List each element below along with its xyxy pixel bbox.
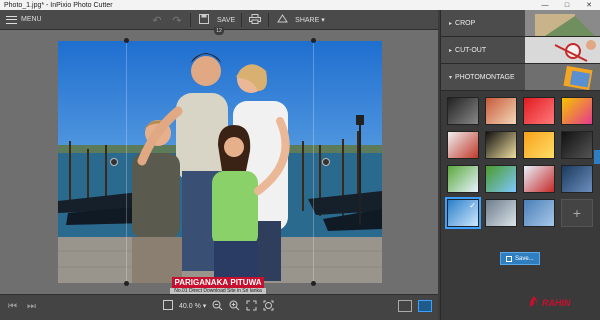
chevron-down-icon: ▾ [449,74,453,81]
thumbnail-beach-selected[interactable]: ✓ [445,197,481,229]
save-montage-button[interactable]: Save... [500,252,540,265]
cutout-section-art [525,37,600,63]
thumbnail-dark-clouds[interactable] [447,97,479,125]
menu-label: MENU [21,16,42,23]
photomontage-section-art [525,64,600,90]
zoom-in-icon[interactable] [228,300,240,312]
crop-handle-bottom-right[interactable] [311,281,316,286]
zoom-out-icon[interactable] [211,300,223,312]
section-crop-label: CROP [455,19,476,27]
photo-canvas[interactable]: 12 PARIGANAKA PITUWA No.01 Direct Downlo… [0,27,438,294]
save-button[interactable]: SAVE [217,17,235,24]
thumbnail-cartoon-bubbles[interactable] [561,97,593,125]
chevron-down-icon: ▾ [202,303,207,310]
title-bar: Photo_1.jpg* - InPixio Photo Cutter — □ … [0,0,600,10]
window-title: Photo_1.jpg* - InPixio Photo Cutter [4,1,113,9]
family-photo [58,41,382,283]
thumbnail-winter-trees[interactable] [485,199,517,227]
flame-logo-icon [530,296,538,307]
section-cutout-label: CUT-OUT [455,46,487,54]
toolbar-actions: ↶ ↷ SAVE SHARE ▾ [150,10,325,30]
crop-grid-line [313,41,314,283]
view-mode-controls [398,300,432,312]
zoom-controls: 40.0 % ▾ [162,300,274,312]
next-icon[interactable]: ⏭ [27,301,36,312]
crop-handle-mid-right[interactable] [322,158,330,166]
share-label: SHARE [295,17,320,24]
share-icon[interactable] [275,13,289,27]
share-button[interactable]: SHARE ▾ [295,16,325,24]
thumbnail-retro-tv[interactable] [447,131,479,159]
chevron-down-icon: ▾ [321,17,325,24]
corner-logo: RAHIN [528,296,571,310]
navigation-controls: ⏮ ⏭ [8,301,36,312]
maximize-button[interactable]: □ [556,2,578,9]
single-view-icon[interactable] [398,300,412,312]
hamburger-icon [6,15,17,24]
thumbnail-city-night[interactable] [561,165,593,193]
fit-screen-icon[interactable] [162,300,174,312]
thumbnail-cow-field[interactable] [447,165,479,193]
thumbnail-green-hills[interactable] [485,165,517,193]
watermark-title: PARIGANAKA PITUWA [171,277,265,288]
toolbar-separator [241,13,243,27]
checkmark-icon: ✓ [469,201,476,210]
section-crop[interactable]: ▸ CROP [441,10,600,37]
toolbar-separator [190,13,191,27]
menu-button[interactable]: MENU [6,15,42,24]
close-button[interactable]: ✕ [578,1,600,9]
zoom-dropdown[interactable]: 40.0 % ▾ [179,302,207,311]
chevron-right-icon: ▸ [449,47,453,54]
watermark-title-part2: PITUWA [228,278,262,287]
panel-collapse-tab[interactable] [594,150,600,164]
thumbnail-black-sparks[interactable] [561,131,593,159]
section-cutout[interactable]: ▸ CUT-OUT [441,37,600,64]
bottom-bar: ⏮ ⏭ 40.0 % ▾ [0,294,438,320]
fit-to-window-icon[interactable] [245,300,257,312]
watermark-title-part1: PARIGANAKA [174,278,229,287]
crop-handle-top-left[interactable] [124,38,129,43]
section-photomontage-label: PHOTOMONTAGE [455,73,515,81]
thumbnail-red-heart[interactable] [523,97,555,125]
save-icon[interactable] [197,13,211,27]
thumbnail-wedding-glasses[interactable] [485,97,517,125]
add-background-button[interactable]: + [561,199,593,227]
actual-size-icon[interactable] [262,300,274,312]
crop-handle-bottom-left[interactable] [124,281,129,286]
crop-handle-top-right[interactable] [311,38,316,43]
watermark: PARIGANAKA PITUWA No.01 Direct Download … [170,277,266,294]
toolbar-separator [268,13,270,27]
undo-icon[interactable]: ↶ [150,14,164,27]
crop-handle-mid-left[interactable] [110,158,118,166]
crop-section-art [525,10,600,36]
corner-logo-text: RAHIN [542,298,571,308]
canvas-tab-marker[interactable]: 12 [214,27,224,35]
thumbnail-orange-glow[interactable] [523,131,555,159]
section-photomontage[interactable]: ▾ PHOTOMONTAGE [441,64,600,91]
photo-image[interactable] [58,41,382,283]
thumbnail-snow-scene[interactable] [523,165,555,193]
zoom-value: 40.0 % [179,302,201,310]
chevron-right-icon: ▸ [449,20,453,27]
tools-panel: ▸ CROP ▸ CUT-OUT ▾ PHOTOMONTAGE ✓ + Save.… [440,10,600,320]
previous-icon[interactable]: ⏮ [8,301,17,312]
minimize-button[interactable]: — [534,2,556,9]
print-icon[interactable] [248,13,262,27]
redo-icon[interactable]: ↷ [170,14,184,27]
save-icon [506,255,512,262]
save-montage-label: Save... [515,255,534,262]
crop-grid-line [126,41,127,283]
thumbnail-film-frame[interactable] [485,131,517,159]
background-thumbnails: ✓ + [445,97,595,229]
compare-view-icon[interactable] [418,300,432,312]
thumbnail-mountain-sky[interactable] [523,199,555,227]
